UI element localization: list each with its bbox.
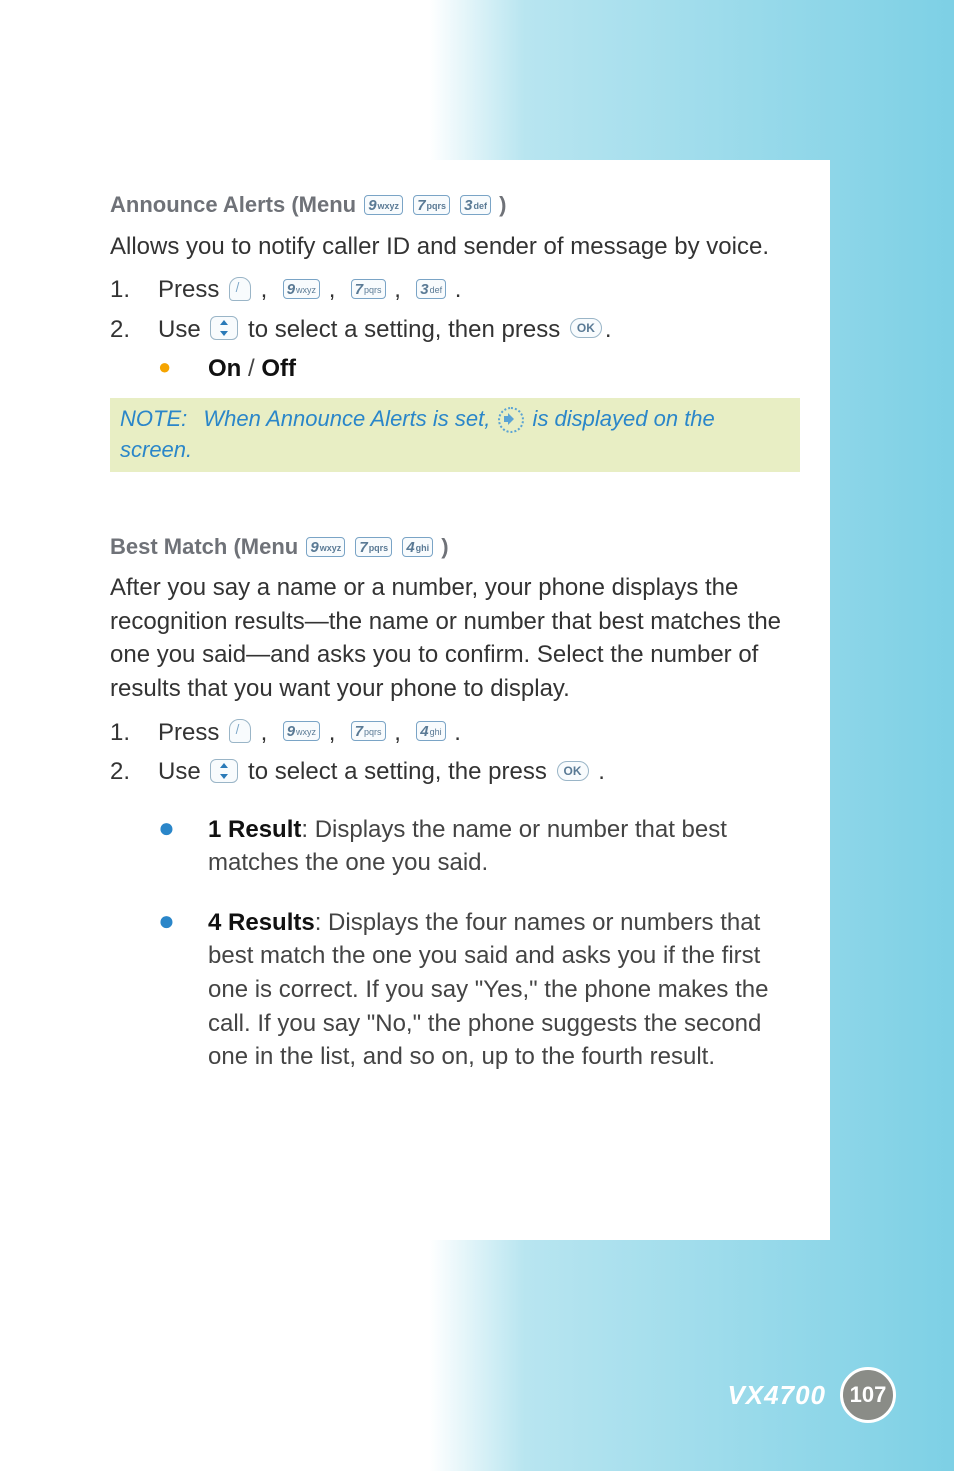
- bullet-dot-icon: ●: [158, 906, 208, 937]
- step1-text: Press: [158, 719, 226, 746]
- step2-text-b: to select a setting, then press: [241, 316, 567, 343]
- key-4ghi: 4ghi: [402, 537, 433, 557]
- step2-text-b: to select a setting, the press: [241, 758, 553, 785]
- key-7pqrs: 7pqrs: [355, 537, 392, 557]
- section2-step2: 2. Use to select a setting, the press OK…: [110, 755, 800, 789]
- nav-key-icon: [210, 316, 238, 340]
- step1-text: Press: [158, 276, 226, 303]
- section2-title-prefix: Best Match (Menu: [110, 534, 304, 559]
- step2-text-c: .: [592, 758, 605, 785]
- model-label: VX4700: [727, 1380, 826, 1411]
- onoff-on: On: [208, 355, 241, 382]
- section2-step1: 1. Press , 9wxyz , 7pqrs , 4ghi .: [110, 716, 800, 750]
- body-content: Announce Alerts (Menu 9wxyz 7pqrs 3def )…: [110, 190, 800, 1074]
- menu-key-icon: [229, 277, 251, 301]
- key-9wxyz: 9wxyz: [306, 537, 345, 557]
- note-label: NOTE:: [120, 406, 187, 431]
- step2-text-a: Use: [158, 758, 207, 785]
- key-9wxyz: 9wxyz: [364, 195, 403, 215]
- bullet-dot-icon: ●: [158, 813, 208, 844]
- section1-step1: 1. Press , 9wxyz , 7pqrs , 3def .: [110, 273, 800, 307]
- key-7pqrs: 7pqrs: [351, 279, 386, 299]
- page: Announce Alerts (Menu 9wxyz 7pqrs 3def )…: [0, 0, 954, 1471]
- page-number: 107: [840, 1367, 896, 1423]
- onoff-sep: /: [241, 355, 261, 382]
- section1-intro: Allows you to notify caller ID and sende…: [110, 230, 800, 264]
- key-3def: 3def: [460, 195, 491, 215]
- step-number: 2.: [110, 755, 158, 789]
- announce-speaker-icon: [498, 407, 524, 433]
- result1-bold: 1 Result: [208, 816, 301, 843]
- step-number: 1.: [110, 716, 158, 750]
- step2-text-a: Use: [158, 316, 207, 343]
- section1-bullet: ● On / Off: [158, 352, 800, 386]
- ok-key-icon: OK: [570, 318, 602, 338]
- note-text-a: When Announce Alerts is set,: [203, 406, 496, 431]
- key-9wxyz: 9wxyz: [283, 279, 320, 299]
- menu-key-icon: [229, 719, 251, 743]
- section1-title: Announce Alerts (Menu 9wxyz 7pqrs 3def ): [110, 190, 800, 222]
- section1-step2: 2. Use to select a setting, then press O…: [110, 313, 800, 347]
- step-number: 1.: [110, 273, 158, 307]
- nav-key-icon: [210, 759, 238, 783]
- section2-bullet2: ● 4 Results: Displays the four names or …: [158, 906, 800, 1074]
- section2-title: Best Match (Menu 9wxyz 7pqrs 4ghi ): [110, 532, 800, 564]
- note-box: NOTE: When Announce Alerts is set, is di…: [110, 398, 800, 472]
- key-7pqrs: 7pqrs: [413, 195, 450, 215]
- section2-bullet1: ● 1 Result: Displays the name or number …: [158, 813, 800, 880]
- section2-intro: After you say a name or a number, your p…: [110, 571, 800, 705]
- key-4ghi: 4ghi: [416, 721, 445, 741]
- ok-key-icon: OK: [557, 761, 589, 781]
- bullet-dot-icon: ●: [158, 352, 208, 383]
- footer: VX4700 107: [727, 1367, 896, 1423]
- section1-title-prefix: Announce Alerts (Menu: [110, 192, 362, 217]
- step-number: 2.: [110, 313, 158, 347]
- onoff-off: Off: [261, 355, 296, 382]
- result4-bold: 4 Results: [208, 909, 315, 936]
- section2-title-suffix: ): [441, 534, 448, 559]
- key-7pqrs: 7pqrs: [351, 721, 386, 741]
- key-9wxyz: 9wxyz: [283, 721, 320, 741]
- step2-text-c: .: [605, 316, 612, 343]
- section1-title-suffix: ): [499, 192, 506, 217]
- key-3def: 3def: [416, 279, 446, 299]
